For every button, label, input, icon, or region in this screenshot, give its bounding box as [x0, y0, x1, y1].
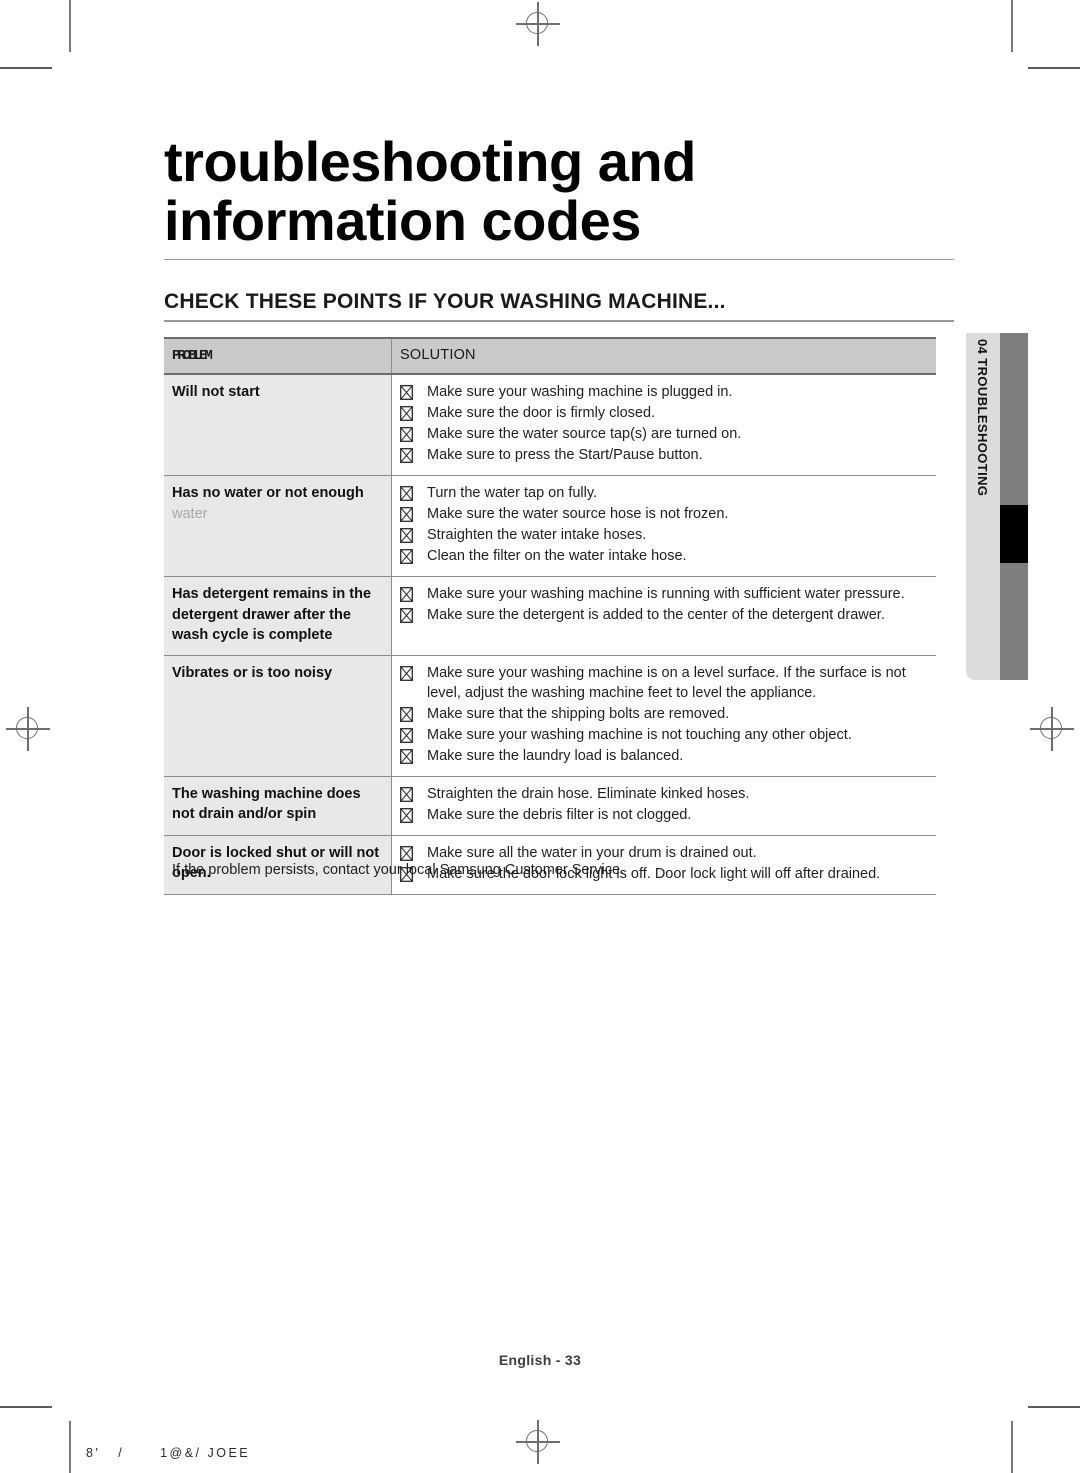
page-title: troubleshooting and information codes	[164, 132, 954, 251]
solution-text: Make sure the water source hose is not f…	[427, 506, 729, 522]
crossed-box-bullet-icon	[400, 507, 413, 522]
manual-page: troubleshooting and information codes CH…	[0, 0, 1080, 1473]
problem-label: The washing machine does not drain and/o…	[172, 785, 361, 823]
solution-list: Turn the water tap on fully. Make sure th…	[400, 483, 928, 566]
solution-text: Turn the water tap on fully.	[427, 485, 598, 501]
table-row: The washing machine does not drain and/o…	[164, 776, 936, 836]
list-item: Make sure the water source tap(s) are tu…	[400, 424, 928, 444]
solution-text: Make sure that the shipping bolts are re…	[427, 705, 730, 722]
page-title-line-1: troubleshooting and	[164, 130, 696, 193]
solution-text: Straighten the drain hose. Eliminate kin…	[427, 785, 750, 802]
section-title: CHECK THESE POINTS IF YOUR WASHING MACHI…	[164, 290, 726, 313]
solution-text: Make sure the debris filter is not clogg…	[427, 806, 692, 823]
table-footnote: If the problem persists, contact your lo…	[172, 862, 625, 878]
crossed-box-bullet-icon	[400, 786, 413, 802]
section-header-block: CHECK THESE POINTS IF YOUR WASHING MACHI…	[164, 290, 954, 322]
solution-list: Make sure your washing machine is plugge…	[400, 382, 928, 465]
crossed-box-bullet-icon	[400, 385, 413, 400]
page-title-block: troubleshooting and information codes	[164, 132, 954, 261]
problem-cell: Will not start	[164, 375, 392, 475]
solution-cell: Make sure your washing machine is plugge…	[392, 375, 936, 475]
table-row: Has detergent remains in the detergent d…	[164, 577, 936, 656]
table-header-problem: PROBLEM	[164, 339, 392, 373]
crossed-box-bullet-icon	[400, 748, 413, 764]
solution-text: Make sure the laundry load is balanced.	[427, 747, 684, 764]
crossed-box-bullet-icon	[400, 706, 413, 722]
solution-text: Make sure the detergent is added to the …	[427, 607, 885, 623]
solution-text: Make sure your washing machine is plugge…	[427, 384, 733, 400]
solution-text: Make sure all the water in your drum is …	[427, 844, 757, 861]
list-item: Make sure the water source hose is not f…	[400, 504, 928, 524]
solution-list: Straighten the drain hose. Eliminate kin…	[400, 784, 928, 825]
crossed-box-bullet-icon	[400, 549, 413, 564]
solution-list: Make sure your washing machine is runnin…	[400, 584, 928, 625]
problem-cell: Vibrates or is too noisy	[164, 655, 392, 776]
problem-label: Has no water or not enough	[172, 485, 364, 501]
table-row: Will not start Make sure your washing mac…	[164, 375, 936, 476]
print-code: 8' / 1@&/ JOEE	[86, 1446, 251, 1460]
table-header-problem-label: PROBLEM	[172, 348, 213, 364]
list-item: Make sure the laundry load is balanced.	[400, 746, 928, 766]
page-title-line-2: information codes	[164, 189, 641, 253]
title-divider	[164, 258, 954, 261]
list-item: Make sure the debris filter is not clogg…	[400, 805, 928, 825]
problem-cell: Has no water or not enough water	[164, 476, 392, 576]
problem-cell: The washing machine does not drain and/o…	[164, 776, 392, 835]
list-item: Make sure your washing machine is on a l…	[400, 663, 928, 703]
list-item: Turn the water tap on fully.	[400, 483, 928, 503]
problem-sublabel: water	[172, 505, 208, 522]
table-header-row: PROBLEM SOLUTION	[164, 339, 936, 375]
crossed-box-bullet-icon	[400, 448, 413, 463]
list-item: Make sure the door is firmly closed.	[400, 403, 928, 423]
list-item: Make sure all the water in your drum is …	[400, 843, 928, 863]
solution-cell: Turn the water tap on fully. Make sure th…	[392, 476, 936, 576]
crossed-box-bullet-icon	[400, 608, 413, 623]
solution-text: Make sure your washing machine is not to…	[427, 726, 852, 743]
crossed-box-bullet-icon	[400, 665, 413, 681]
table-row: Has no water or not enough water Turn the …	[164, 476, 936, 577]
solution-text: Make sure the door is firmly closed.	[427, 405, 656, 421]
list-item: Straighten the drain hose. Eliminate kin…	[400, 784, 928, 804]
list-item: Make sure your washing machine is plugge…	[400, 382, 928, 402]
table-row: Vibrates or is too noisy Make sure your w…	[164, 655, 936, 777]
problem-label: Will not start	[172, 384, 260, 400]
crossed-box-bullet-icon	[400, 406, 413, 421]
list-item: Straighten the water intake hoses.	[400, 525, 928, 545]
crossed-box-bullet-icon	[400, 528, 413, 543]
table-header-solution: SOLUTION	[392, 339, 936, 373]
page-number: English - 33	[498, 1352, 582, 1368]
crossed-box-bullet-icon	[400, 486, 413, 501]
solution-cell: Make sure your washing machine is on a l…	[392, 655, 936, 776]
crossed-box-bullet-icon	[400, 727, 413, 743]
list-item: Make sure that the shipping bolts are re…	[400, 704, 928, 724]
troubleshooting-table: PROBLEM SOLUTION Will not start Make sure y…	[164, 337, 936, 895]
solution-text: Make sure your washing machine is on a l…	[427, 664, 906, 701]
chapter-side-tab: 04 TROUBLESHOOTING	[966, 333, 1028, 680]
solution-text: Make sure the water source tap(s) are tu…	[427, 426, 742, 442]
problem-label: Vibrates or is too noisy	[172, 664, 333, 681]
crossed-box-bullet-icon	[400, 427, 413, 442]
crossed-box-bullet-icon	[400, 807, 413, 823]
solution-text: Clean the filter on the water intake hos…	[427, 548, 687, 564]
crossed-box-bullet-icon	[400, 845, 413, 861]
problem-label: Has detergent remains in the detergent d…	[172, 586, 372, 644]
solution-cell: Make sure your washing machine is runnin…	[392, 577, 936, 655]
list-item: Make sure your washing machine is runnin…	[400, 584, 928, 604]
section-divider	[164, 320, 954, 322]
solution-text: Make sure your washing machine is runnin…	[427, 586, 905, 602]
solution-list: Make sure your washing machine is on a l…	[400, 663, 928, 766]
list-item: Make sure your washing machine is not to…	[400, 725, 928, 745]
crossed-box-bullet-icon	[400, 587, 413, 602]
solution-text: Make sure to press the Start/Pause butto…	[427, 447, 703, 463]
table-header-solution-label: SOLUTION	[400, 347, 476, 363]
list-item: Clean the filter on the water intake hos…	[400, 546, 928, 566]
solution-text: Straighten the water intake hoses.	[427, 527, 647, 543]
list-item: Make sure the detergent is added to the …	[400, 605, 928, 625]
list-item: Make sure to press the Start/Pause butto…	[400, 445, 928, 465]
solution-cell: Straighten the drain hose. Eliminate kin…	[392, 776, 936, 835]
side-tab-label: 04 TROUBLESHOOTING	[975, 339, 991, 497]
problem-cell: Has detergent remains in the detergent d…	[164, 577, 392, 655]
side-tab-chapter-marker	[1000, 505, 1028, 563]
